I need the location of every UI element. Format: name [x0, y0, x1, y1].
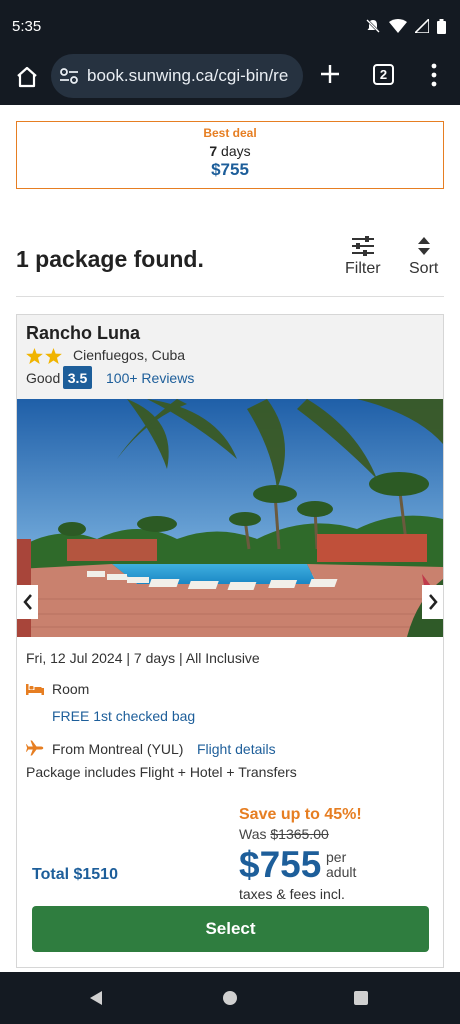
was-label: Was [239, 826, 267, 842]
filter-label: Filter [345, 260, 381, 277]
system-nav-bar [0, 972, 460, 1024]
bed-icon [26, 684, 44, 695]
status-bar: 5:35 [0, 0, 460, 52]
hotel-header: Rancho Luna Cienfuegos, Cuba Good 3.5 10… [17, 315, 443, 399]
was-price: Was $1365.00 [239, 826, 329, 842]
star-icon [45, 348, 62, 364]
package-details: Fri, 12 Jul 2024 | 7 days | All Inclusiv… [26, 650, 260, 666]
select-button[interactable]: Select [32, 906, 429, 952]
per-adult-price: $755 [239, 844, 322, 885]
mute-icon [366, 19, 380, 33]
status-icons [365, 18, 446, 34]
browser-toolbar: book.sunwing.ca/cgi-bin/re 2 [0, 52, 460, 105]
back-nav-icon[interactable] [88, 990, 104, 1006]
hotel-pool-image [17, 399, 443, 637]
flight-details-link[interactable]: Flight details [197, 741, 276, 757]
sort-label: Sort [409, 260, 439, 277]
best-deal-label: Best deal [203, 126, 257, 140]
departure-city: From Montreal (YUL) [52, 741, 184, 757]
filter-icon [351, 236, 374, 256]
signal-icon [415, 19, 429, 33]
photo-next-button[interactable] [422, 585, 443, 619]
best-deal-duration: 7 days [17, 143, 443, 159]
more-menu-icon[interactable] [428, 62, 440, 88]
url-text: book.sunwing.ca/cgi-bin/re [87, 66, 289, 85]
home-nav-icon[interactable] [222, 990, 238, 1006]
wifi-icon [389, 19, 407, 33]
hotel-star-rating [26, 348, 62, 364]
per-adult-label: per adult [326, 849, 357, 880]
new-tab-icon[interactable] [318, 62, 342, 86]
free-bag-link[interactable]: FREE 1st checked bag [52, 708, 195, 724]
plane-icon [26, 740, 44, 756]
address-bar[interactable]: book.sunwing.ca/cgi-bin/re [51, 54, 303, 98]
best-deal-days-number: 7 [209, 143, 218, 159]
tab-switcher-button[interactable]: 2 [373, 64, 394, 85]
home-icon[interactable] [14, 64, 40, 90]
recents-nav-icon[interactable] [353, 990, 369, 1006]
package-card: Rancho Luna Cienfuegos, Cuba Good 3.5 10… [16, 314, 444, 968]
best-deal-box[interactable]: Best deal 7 days $755 [16, 121, 444, 189]
chevron-right-icon [428, 594, 438, 610]
results-count-heading: 1 package found. [16, 246, 204, 272]
status-time: 5:35 [12, 17, 42, 35]
taxes-note: taxes & fees incl. [239, 886, 345, 902]
package-includes: Package includes Flight + Hotel + Transf… [26, 764, 297, 780]
filter-button[interactable]: Filter [345, 236, 381, 278]
reviews-link[interactable]: 100+ Reviews [106, 370, 194, 386]
sort-button[interactable]: Sort [409, 236, 438, 278]
photo-prev-button[interactable] [17, 585, 38, 619]
rating-score-badge: 3.5 [63, 366, 92, 389]
results-divider [16, 296, 444, 297]
rating-label: Good [26, 370, 61, 386]
hotel-location: Cienfuegos, Cuba [73, 347, 186, 363]
site-settings-icon[interactable] [59, 67, 79, 85]
best-deal-price: $755 [211, 160, 249, 179]
sort-icon [417, 237, 430, 255]
room-label: Room [52, 681, 90, 697]
savings-badge: Save up to 45%! [239, 806, 362, 823]
best-deal-days-word: days [221, 143, 251, 159]
chevron-left-icon [22, 594, 32, 610]
was-price-value: $1365.00 [270, 826, 329, 842]
hotel-photo[interactable] [17, 399, 443, 637]
star-icon [26, 348, 43, 364]
hotel-name[interactable]: Rancho Luna [26, 323, 140, 344]
total-price: Total $1510 [32, 866, 118, 883]
battery-icon [437, 18, 446, 34]
